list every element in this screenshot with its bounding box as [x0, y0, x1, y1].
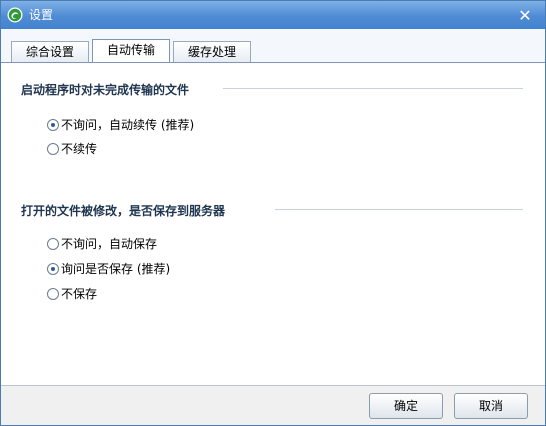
dialog-content: 综合设置 自动传输 缓存处理 启动程序时对未完成传输的文件 不询问，自动续传 (… [1, 29, 545, 385]
radio-label: 不询问，自动续传 (推荐) [61, 118, 195, 132]
section-title-resume: 启动程序时对未完成传输的文件 [21, 83, 190, 97]
tab-bar: 综合设置 自动传输 缓存处理 [11, 39, 254, 63]
close-button[interactable]: ✕ [511, 4, 539, 26]
radio-button[interactable] [47, 143, 59, 155]
dialog-footer: 确定 取消 [1, 385, 545, 425]
radio-label: 询问是否保存 (推荐) [61, 262, 171, 276]
radio-button-checked[interactable] [47, 263, 59, 275]
close-icon: ✕ [518, 5, 532, 25]
radio-label: 不续传 [61, 142, 98, 156]
radio-no-save[interactable]: 不保存 [47, 286, 97, 302]
title-bar[interactable]: 设置 ✕ [1, 1, 545, 29]
ok-button[interactable]: 确定 [369, 393, 443, 419]
radio-label: 不保存 [61, 287, 98, 301]
radio-ask-save[interactable]: 询问是否保存 (推荐) [47, 261, 170, 277]
radio-label: 不询问，自动保存 [61, 237, 158, 251]
window-title: 设置 [29, 8, 54, 22]
tab-panel-auto-transfer: 启动程序时对未完成传输的文件 不询问，自动续传 (推荐) 不续传 打开的文件被修… [1, 63, 545, 385]
tab-general[interactable]: 综合设置 [11, 41, 90, 62]
tab-cache[interactable]: 缓存处理 [173, 41, 252, 62]
section-title-save-modified: 打开的文件被修改，是否保存到服务器 [21, 204, 226, 218]
tab-auto-transfer[interactable]: 自动传输 [92, 39, 171, 62]
radio-auto-save[interactable]: 不询问，自动保存 [47, 236, 157, 252]
radio-button[interactable] [47, 288, 59, 300]
section-divider [223, 88, 523, 89]
cancel-button[interactable]: 取消 [454, 393, 528, 419]
app-logo-icon [7, 7, 23, 23]
radio-button-checked[interactable] [47, 119, 59, 131]
radio-no-resume[interactable]: 不续传 [47, 141, 97, 157]
section-divider [275, 209, 523, 210]
radio-button[interactable] [47, 238, 59, 250]
radio-auto-resume[interactable]: 不询问，自动续传 (推荐) [47, 117, 194, 133]
settings-dialog: 设置 ✕ 综合设置 自动传输 缓存处理 启动程序时对未完成传输的文件 不询问，自… [0, 0, 546, 426]
